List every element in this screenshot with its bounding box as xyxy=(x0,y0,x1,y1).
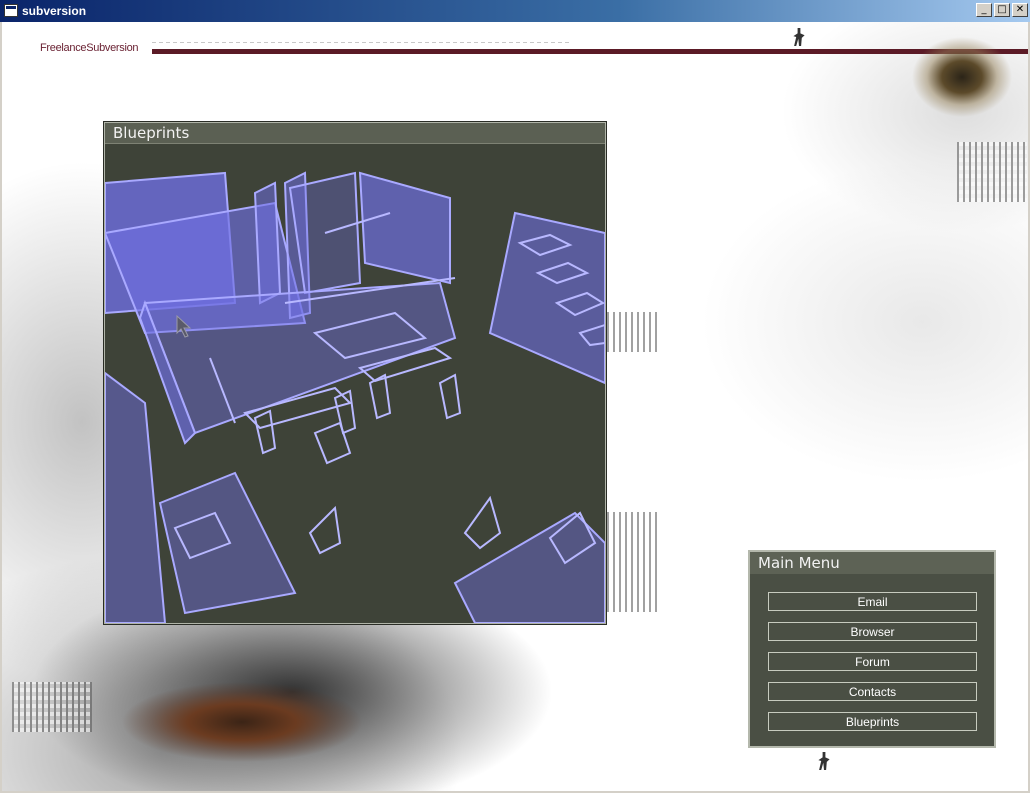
blueprints-button[interactable]: Blueprints xyxy=(768,712,977,731)
ink-splatter-decoration xyxy=(902,22,1028,132)
blueprint-3d-view[interactable] xyxy=(103,143,606,624)
email-button[interactable]: Email xyxy=(768,592,977,611)
brand-dotted-line xyxy=(152,42,572,43)
pattern-decoration xyxy=(957,142,1027,202)
minimize-button[interactable]: _ xyxy=(976,3,992,17)
window-titlebar[interactable]: subversion _ □ ✕ xyxy=(0,0,1030,22)
soldier-icon xyxy=(793,28,805,46)
window-controls: _ □ ✕ xyxy=(976,3,1028,17)
brand-logo-text: FreelanceSubversion xyxy=(40,42,139,54)
soldier-icon xyxy=(818,752,830,770)
blueprints-panel[interactable]: Blueprints xyxy=(103,122,606,624)
close-button[interactable]: ✕ xyxy=(1012,3,1028,17)
blueprints-panel-title: Blueprints xyxy=(113,124,190,142)
browser-button[interactable]: Browser xyxy=(768,622,977,641)
pattern-decoration xyxy=(607,312,657,352)
window-title: subversion xyxy=(22,4,87,18)
game-desktop: FreelanceSubversion Blueprints Main Menu… xyxy=(2,22,1028,791)
pattern-decoration xyxy=(607,512,657,612)
maximize-button[interactable]: □ xyxy=(994,3,1010,17)
frog-illustration xyxy=(72,672,372,791)
main-menu-title: Main Menu xyxy=(758,554,840,572)
blueprints-panel-header[interactable]: Blueprints xyxy=(105,123,605,144)
main-menu-panel[interactable]: Main Menu Email Browser Forum Contacts B… xyxy=(748,550,996,748)
main-menu-header[interactable]: Main Menu xyxy=(750,552,994,574)
forum-button[interactable]: Forum xyxy=(768,652,977,671)
brand-bar xyxy=(152,49,1028,54)
app-icon[interactable] xyxy=(4,4,18,17)
contacts-button[interactable]: Contacts xyxy=(768,682,977,701)
blueprint-wireframe xyxy=(103,171,606,624)
